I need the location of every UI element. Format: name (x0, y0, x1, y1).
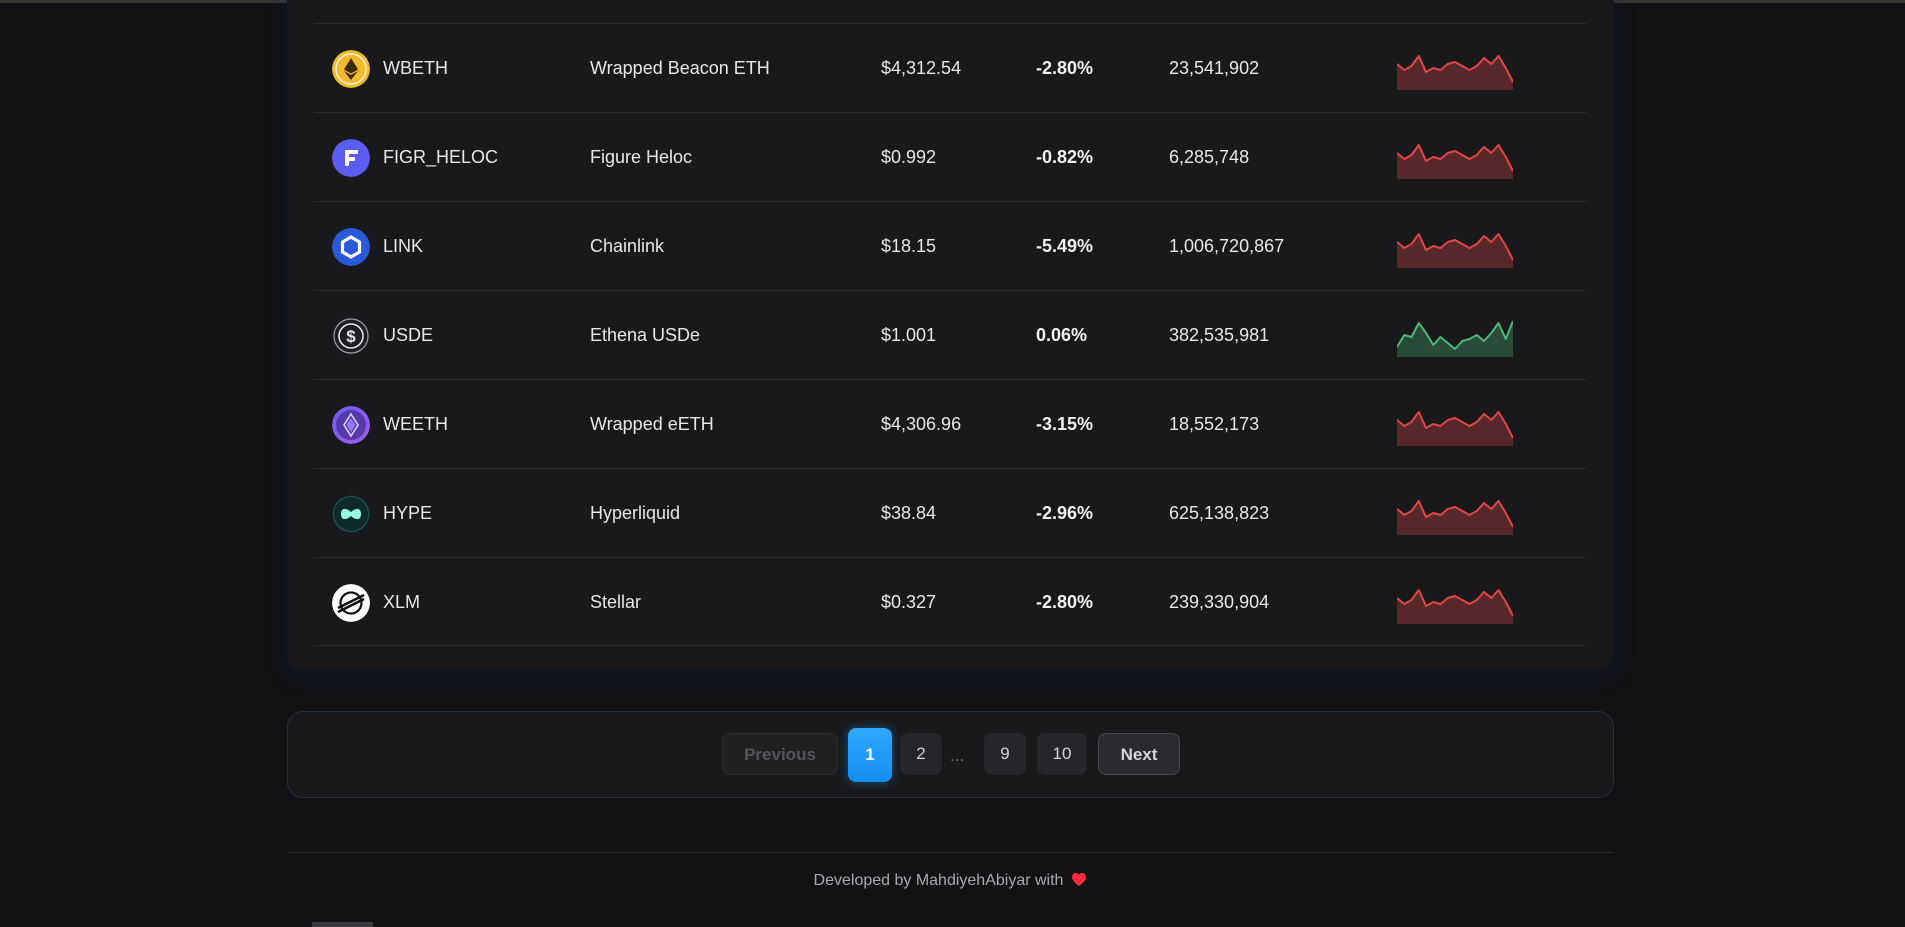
coin-price: $38.84 (881, 503, 937, 523)
footer-credit: Developed by MahdiyehAbiyar with (813, 872, 1064, 889)
table-row[interactable]: $ USDE Ethena USDe $1.001 0.06% 382,535,… (314, 290, 1587, 379)
coin-change: -2.80% (1036, 58, 1094, 78)
page-button-9[interactable]: 9 (984, 733, 1026, 775)
weeth-icon (332, 406, 370, 444)
usde-icon: $ (332, 317, 370, 355)
coin-symbol: WBETH (383, 58, 448, 78)
coin-symbol: LINK (383, 236, 424, 256)
next-page-button[interactable]: Next (1098, 733, 1180, 775)
sparkline-chart (1397, 320, 1513, 357)
sparkline (1397, 228, 1513, 268)
coin-volume: 23,541,902 (1169, 58, 1260, 78)
table-row[interactable]: WBETH Wrapped Beacon ETH $4,312.54 -2.80… (314, 23, 1587, 112)
sparkline-chart (1397, 55, 1513, 90)
table-row[interactable]: HYPE Hyperliquid $38.84 -2.96% 625,138,8… (314, 468, 1587, 557)
page: WBETH Wrapped Beacon ETH $4,312.54 -2.80… (0, 0, 1905, 927)
heart-icon (1071, 872, 1087, 892)
hyperliquid-icon (332, 495, 370, 533)
coin-symbol: HYPE (383, 503, 433, 523)
table-row[interactable]: FIGR_HELOC Figure Heloc $0.992 -0.82% 6,… (314, 112, 1587, 201)
coin-price: $0.327 (881, 592, 937, 612)
coin-volume: 6,285,748 (1169, 147, 1250, 167)
footer: Developed by MahdiyehAbiyar with (287, 872, 1614, 892)
sparkline (1397, 406, 1513, 446)
pagination-ellipsis: ... (950, 746, 965, 765)
wbeth-icon (332, 50, 370, 88)
coin-change: -0.82% (1036, 147, 1094, 167)
coin-price: $4,306.96 (881, 414, 962, 434)
table-row[interactable]: XLM Stellar $0.327 -2.80% 239,330,904 (314, 557, 1587, 646)
coin-volume: 239,330,904 (1169, 592, 1270, 612)
coin-change: -2.80% (1036, 592, 1094, 612)
table-row[interactable]: WEETH Wrapped eETH $4,306.96 -3.15% 18,5… (314, 379, 1587, 468)
sparkline-chart (1397, 233, 1513, 268)
horizontal-scrollbar-thumb[interactable] (312, 922, 373, 927)
page-button-1[interactable]: 1 (848, 728, 892, 782)
table-row[interactable]: LINK Chainlink $18.15 -5.49% 1,006,720,8… (314, 201, 1587, 290)
coin-symbol: XLM (383, 592, 421, 612)
figr-heloc-icon (332, 139, 370, 177)
coin-name: Ethena USDe (590, 325, 701, 345)
page-button-10[interactable]: 10 (1037, 733, 1087, 775)
sparkline-chart (1397, 411, 1513, 446)
coin-volume: 1,006,720,867 (1169, 236, 1285, 256)
sparkline (1397, 139, 1513, 179)
page-button-2[interactable]: 2 (900, 733, 942, 775)
sparkline-chart (1397, 589, 1513, 624)
previous-page-button[interactable]: Previous (722, 733, 838, 775)
coin-price: $1.001 (881, 325, 937, 345)
coin-volume: 382,535,981 (1169, 325, 1270, 345)
sparkline-chart (1397, 500, 1513, 535)
coin-symbol: FIGR_HELOC (383, 147, 499, 167)
coin-price: $18.15 (881, 236, 937, 256)
sparkline (1397, 317, 1513, 357)
sparkline-chart (1397, 144, 1513, 179)
coin-name: Stellar (590, 592, 642, 612)
footer-divider (287, 852, 1614, 853)
coin-name: Figure Heloc (590, 147, 693, 167)
coin-price: $0.992 (881, 147, 937, 167)
coin-name: Hyperliquid (590, 503, 681, 523)
coin-name: Wrapped eETH (590, 414, 714, 434)
coin-symbol: WEETH (383, 414, 448, 434)
coin-name: Chainlink (590, 236, 665, 256)
coin-volume: 18,552,173 (1169, 414, 1260, 434)
coin-change: 0.06% (1036, 325, 1088, 345)
stellar-icon (332, 584, 370, 622)
coin-change: -5.49% (1036, 236, 1094, 256)
coin-price: $4,312.54 (881, 58, 962, 78)
coin-symbol: USDE (383, 325, 434, 345)
chainlink-icon (332, 228, 370, 266)
svg-text:$: $ (346, 327, 356, 346)
sparkline (1397, 50, 1513, 90)
coin-change: -2.96% (1036, 503, 1094, 523)
coin-volume: 625,138,823 (1169, 503, 1270, 523)
sparkline (1397, 495, 1513, 535)
coin-name: Wrapped Beacon ETH (590, 58, 770, 78)
coin-change: -3.15% (1036, 414, 1094, 434)
sparkline (1397, 584, 1513, 624)
